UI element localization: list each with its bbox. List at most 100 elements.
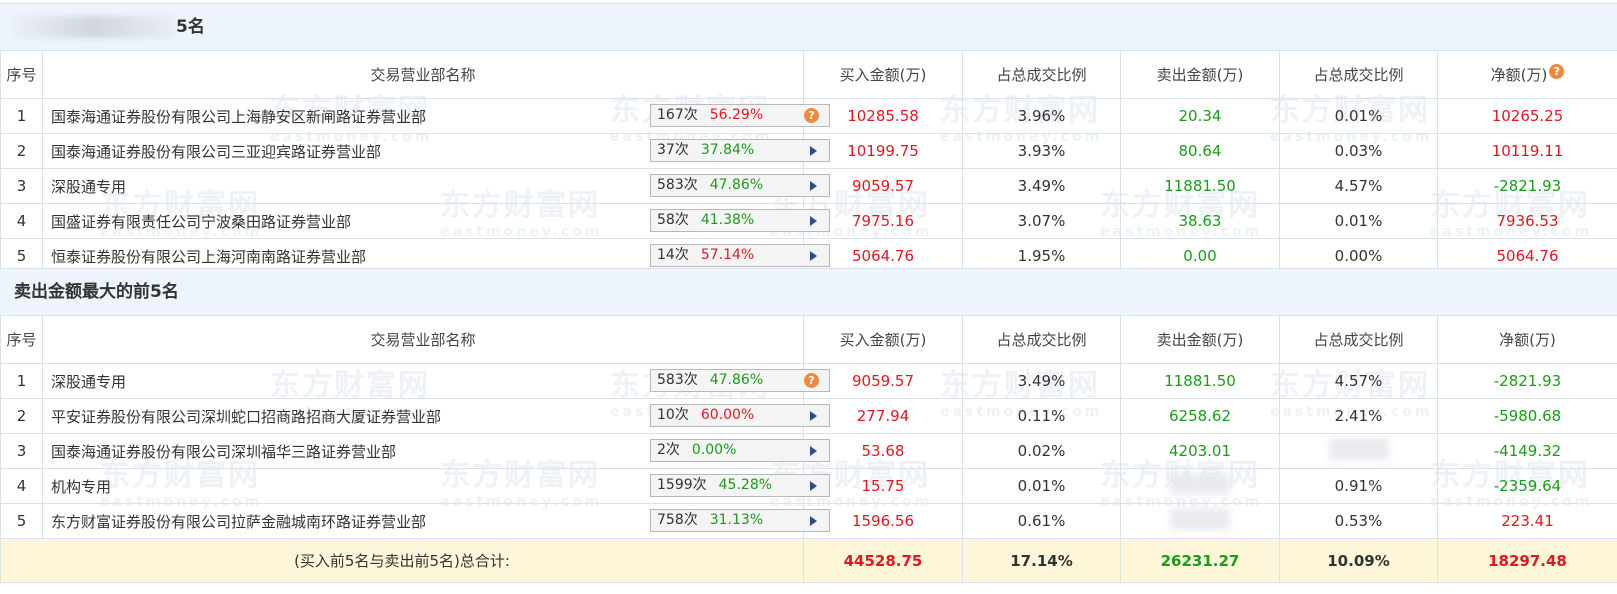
help-icon[interactable]: ? [1549,64,1565,79]
broker-name-link[interactable]: 国泰海通证券股份有限公司深圳福华三路证券营业部 [51,443,396,461]
header-net-amount[interactable]: 净额(万) [1437,315,1617,364]
row-index: 3 [0,168,43,204]
table-row: 2 平安证券股份有限公司深圳蛇口招商路招商大厦证券营业部 10次 60.00% 277.… [0,398,1617,434]
broker-stats-box[interactable]: 583次 47.86% [650,174,830,197]
help-icon[interactable]: ? [804,373,819,388]
sell-ratio: 0.01% [1279,98,1438,134]
table-row: 3 国泰海通证券股份有限公司深圳福华三路证券营业部 2次 0.00% 53.68 0.02… [0,433,1617,469]
expand-arrow-icon[interactable] [810,251,817,261]
row-index: 2 [0,133,43,169]
sell-ratio: 0.91% [1279,468,1438,504]
row-index: 4 [0,468,43,504]
trade-count: 2次 [657,442,680,458]
sell-top5-table: 序号 交易营业部名称 买入金额(万) 占总成交比例 卖出金额(万) 占总成交比例… [0,315,1617,583]
buy-top5-table: 序号 交易营业部名称 买入金额(万) 占总成交比例 卖出金额(万) 占总成交比例… [0,50,1617,274]
broker-name-link[interactable]: 平安证券股份有限公司深圳蛇口招商路招商大厦证券营业部 [51,408,441,426]
win-rate: 47.86% [709,372,764,388]
win-rate: 41.38% [700,212,755,228]
table-header-row: 序号 交易营业部名称 买入金额(万) 占总成交比例 卖出金额(万) 占总成交比例… [0,315,1617,364]
expand-arrow-icon[interactable] [810,181,817,191]
sell-ratio: 0.03% [1279,133,1438,169]
broker-stats-box[interactable]: 1599次 45.28% [650,474,830,497]
trade-count: 10次 [657,407,689,423]
broker-stats-box[interactable]: 167次 56.29%? [650,104,830,127]
row-index: 5 [0,503,43,539]
sell-amount: 38.63 [1120,203,1280,239]
sell-amount: 11881.50 [1120,168,1280,204]
table-row: 2 国泰海通证券股份有限公司三亚迎宾路证券营业部 37次 37.84% 10199.75… [0,133,1617,169]
help-icon[interactable]: ? [804,108,819,123]
expand-arrow-icon[interactable] [810,446,817,456]
broker-stats-box[interactable]: 14次 57.14% [650,244,830,267]
buy-ratio: 0.01% [962,468,1121,504]
broker-cell: 国泰海通证券股份有限公司深圳福华三路证券营业部 2次 0.00% [42,433,830,469]
header-broker-name: 交易营业部名称 [42,315,804,364]
broker-cell: 国泰海通证券股份有限公司三亚迎宾路证券营业部 37次 37.84% [42,133,830,169]
table-row: 4 机构专用 1599次 45.28% 15.75 0.01% 0.91% -2359.64 [0,468,1617,504]
sell-amount: 11881.50 [1120,363,1280,399]
buy-ratio: 0.11% [962,398,1121,434]
net-amount: -4149.32 [1437,433,1617,469]
header-buy-amount[interactable]: 买入金额(万) [803,315,963,364]
broker-name-link[interactable]: 国泰海通证券股份有限公司三亚迎宾路证券营业部 [51,143,381,161]
buy-section-title-suffix: 5名 [176,17,205,37]
trade-count: 758次 [657,512,698,528]
header-buy-amount[interactable]: 买入金额(万) [803,50,963,99]
header-buy-ratio: 占总成交比例 [962,315,1121,364]
header-net-amount[interactable]: 净额(万)? [1437,50,1617,99]
header-buy-ratio: 占总成交比例 [962,50,1121,99]
buy-ratio: 3.49% [962,168,1121,204]
broker-stats-box[interactable]: 2次 0.00% [650,439,830,462]
broker-stats-box[interactable]: 583次 47.86%? [650,369,830,392]
expand-arrow-icon[interactable] [810,481,817,491]
broker-stats-box[interactable]: 37次 37.84% [650,139,830,162]
sell-amount [1120,503,1280,539]
expand-arrow-icon[interactable] [810,216,817,226]
table-row: 3 深股通专用 583次 47.86% 9059.57 3.49% 11881.50 4.57… [0,168,1617,204]
buy-ratio: 3.93% [962,133,1121,169]
sell-ratio: 2.41% [1279,398,1438,434]
broker-cell: 机构专用 1599次 45.28% [42,468,830,504]
trade-count: 58次 [657,212,689,228]
row-index: 2 [0,398,43,434]
broker-stats-box[interactable]: 758次 31.13% [650,509,830,532]
broker-cell: 深股通专用 583次 47.86% [42,168,830,204]
sell-amount: 20.34 [1120,98,1280,134]
sell-ratio: 0.53% [1279,503,1438,539]
broker-name-link[interactable]: 深股通专用 [51,373,126,391]
expand-arrow-icon[interactable] [810,516,817,526]
broker-name-link[interactable]: 恒泰证券股份有限公司上海河南南路证券营业部 [51,248,366,266]
broker-name-link[interactable]: 国泰海通证券股份有限公司上海静安区新闸路证券营业部 [51,108,426,126]
net-amount: -2821.93 [1437,168,1617,204]
expand-arrow-icon[interactable] [810,146,817,156]
buy-ratio: 3.49% [962,363,1121,399]
broker-name-link[interactable]: 深股通专用 [51,178,126,196]
total-buy-amount: 44528.75 [803,538,963,583]
broker-cell: 深股通专用 583次 47.86%? [42,363,830,399]
broker-name-link[interactable]: 国盛证券有限责任公司宁波桑田路证券营业部 [51,213,351,231]
total-row: (买入前5名与卖出前5名)总合计: 44528.75 17.14% 26231.… [0,538,1617,583]
sell-ratio: 4.57% [1279,363,1438,399]
total-label: (买入前5名与卖出前5名)总合计: [0,538,804,583]
broker-stats-box[interactable]: 10次 60.00% [650,404,830,427]
broker-stats-box[interactable]: 58次 41.38% [650,209,830,232]
row-index: 1 [0,363,43,399]
net-amount: -5980.68 [1437,398,1617,434]
win-rate: 57.14% [700,247,755,263]
blurred-title-text [14,16,174,38]
broker-cell: 平安证券股份有限公司深圳蛇口招商路招商大厦证券营业部 10次 60.00% [42,398,830,434]
buy-ratio: 0.02% [962,433,1121,469]
table-row: 5 东方财富证券股份有限公司拉萨金融城南环路证券营业部 758次 31.13% 1596… [0,503,1617,539]
header-net-label: 净额(万) [1490,66,1548,84]
expand-arrow-icon[interactable] [810,411,817,421]
sell-section-title: 卖出金额最大的前5名 [0,268,1617,316]
broker-name-link[interactable]: 东方财富证券股份有限公司拉萨金融城南环路证券营业部 [51,513,426,531]
header-sell-amount[interactable]: 卖出金额(万) [1120,315,1280,364]
net-amount: -2359.64 [1437,468,1617,504]
broker-name-link[interactable]: 机构专用 [51,478,111,496]
header-sell-amount[interactable]: 卖出金额(万) [1120,50,1280,99]
header-broker-name: 交易营业部名称 [42,50,804,99]
broker-cell: 国泰海通证券股份有限公司上海静安区新闸路证券营业部 167次 56.29%? [42,98,830,134]
sell-amount: 80.64 [1120,133,1280,169]
header-index: 序号 [0,315,43,364]
